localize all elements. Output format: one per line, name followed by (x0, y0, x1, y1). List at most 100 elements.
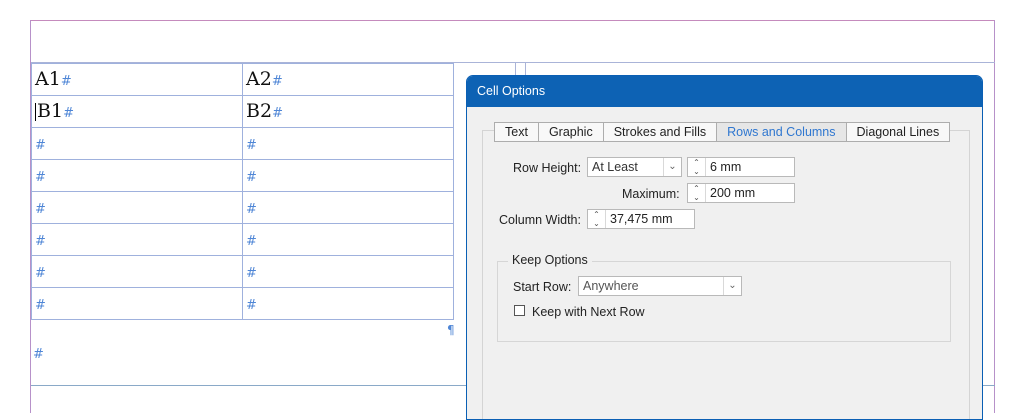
table-row: # # (31, 255, 454, 288)
end-of-cell-marker: # (246, 266, 257, 281)
end-of-cell-marker: # (60, 74, 72, 89)
dialog-title: Cell Options (477, 84, 546, 98)
chevron-up-icon[interactable]: ⌃ (588, 210, 605, 219)
cell-content: B1# (35, 100, 74, 122)
tab-bar: Text Graphic Strokes and Fills Rows and Col… (494, 122, 951, 142)
cell-content: # (246, 260, 257, 282)
cell-content: A2# (246, 68, 283, 90)
table-cell[interactable]: B1# (31, 95, 243, 128)
chevron-down-icon: ⌄ (663, 158, 681, 176)
cell-options-dialog: Cell Options Text Graphic Strokes and Fill… (466, 75, 983, 420)
keep-options-title: Keep Options (508, 253, 592, 267)
table-cell[interactable]: # (242, 223, 454, 256)
table-cell[interactable]: # (242, 255, 454, 288)
table-cell[interactable]: # (31, 223, 243, 256)
table-cell[interactable]: A2# (242, 63, 454, 96)
table-row: A1# A2# (31, 63, 454, 96)
table-row: # # (31, 223, 454, 256)
stepper-arrows[interactable]: ⌃ ⌄ (688, 158, 706, 176)
end-of-cell-marker: # (271, 74, 283, 89)
table-cell[interactable]: B2# (242, 95, 454, 128)
end-of-cell-marker: # (35, 298, 46, 313)
row-height-stepper[interactable]: ⌃ ⌄ 6 mm (687, 157, 795, 177)
tab-graphic[interactable]: Graphic (537, 122, 603, 142)
table-row: # # (31, 287, 454, 320)
margin-guide-right (994, 20, 995, 413)
end-of-story-marker: ¶ (447, 323, 455, 337)
cell-content: # (35, 292, 46, 314)
end-of-cell-marker: # (63, 106, 74, 121)
start-row-label: Start Row: (513, 280, 572, 294)
row-height-label: Row Height: (513, 161, 582, 175)
end-of-cell-marker: # (246, 170, 257, 185)
end-of-cell-marker: # (35, 170, 46, 185)
keep-with-next-row-label[interactable]: Keep with Next Row (532, 305, 645, 319)
chevron-down-icon[interactable]: ⌄ (588, 219, 605, 228)
margin-guide-top (31, 20, 995, 21)
chevron-up-icon[interactable]: ⌃ (688, 184, 705, 193)
column-width-value: 37,475 mm (610, 212, 673, 226)
dialog-title-bar[interactable]: Cell Options (467, 76, 982, 107)
end-of-cell-marker: # (246, 138, 257, 153)
end-of-cell-marker: # (246, 202, 257, 217)
end-of-cell-marker: # (35, 266, 46, 281)
table-cell[interactable]: # (242, 127, 454, 160)
table-cell[interactable]: # (242, 191, 454, 224)
stepper-arrows[interactable]: ⌃ ⌄ (588, 210, 606, 228)
cell-content: # (35, 164, 46, 186)
start-row-select[interactable]: Anywhere ⌄ (578, 276, 742, 296)
table-cell[interactable]: # (31, 159, 243, 192)
column-width-stepper[interactable]: ⌃ ⌄ 37,475 mm (587, 209, 695, 229)
table-row: # # (31, 159, 454, 192)
row-height-mode-select[interactable]: At Least ⌄ (587, 157, 682, 177)
table-row: # # (31, 191, 454, 224)
start-row-value: Anywhere (583, 279, 639, 293)
table-row: # # (31, 127, 454, 160)
keep-with-next-row-checkbox[interactable] (514, 305, 525, 316)
stepper-arrows[interactable]: ⌃ ⌄ (688, 184, 706, 202)
maximum-value: 200 mm (710, 186, 756, 200)
table-cell[interactable]: # (242, 287, 454, 320)
tab-diagonal-lines[interactable]: Diagonal Lines (845, 122, 951, 142)
row-height-mode-value: At Least (592, 160, 638, 174)
chevron-down-icon[interactable]: ⌄ (688, 193, 705, 202)
end-of-cell-marker: # (35, 234, 46, 249)
end-of-cell-marker: # (35, 202, 46, 217)
document-table[interactable]: A1# A2# B1# B2# # # # # # # # # # # # # (31, 63, 454, 320)
cell-content: # (35, 196, 46, 218)
end-of-cell-marker: # (272, 106, 283, 121)
table-cell[interactable]: # (31, 127, 243, 160)
table-cell[interactable]: # (242, 159, 454, 192)
row-height-value: 6 mm (710, 160, 742, 174)
table-cell[interactable]: # (31, 191, 243, 224)
end-of-cell-marker: # (35, 138, 46, 153)
tab-text[interactable]: Text (494, 122, 538, 142)
cell-content: # (35, 132, 46, 154)
column-width-label: Column Width: (499, 213, 581, 227)
maximum-stepper[interactable]: ⌃ ⌄ 200 mm (687, 183, 795, 203)
chevron-down-icon: ⌄ (723, 277, 741, 295)
cell-text: B1 (37, 100, 64, 122)
cell-content: # (35, 260, 46, 282)
tab-strokes-and-fills[interactable]: Strokes and Fills (602, 122, 717, 142)
keep-options-group (497, 261, 951, 342)
cell-content: # (246, 132, 257, 154)
cell-content: # (246, 292, 257, 314)
table-cell[interactable]: # (31, 255, 243, 288)
cell-content: # (246, 196, 257, 218)
table-row: B1# B2# (31, 95, 454, 128)
cell-text: B2 (246, 100, 273, 122)
cell-content: # (246, 164, 257, 186)
chevron-up-icon[interactable]: ⌃ (688, 158, 705, 167)
end-of-cell-marker: # (246, 234, 257, 249)
cell-content: B2# (246, 100, 283, 122)
table-cell[interactable]: A1# (31, 63, 243, 96)
tab-rows-and-columns[interactable]: Rows and Columns (716, 122, 846, 142)
table-cell[interactable]: # (31, 287, 243, 320)
paragraph-marker: # (33, 347, 44, 362)
chevron-down-icon[interactable]: ⌄ (688, 167, 705, 176)
end-of-cell-marker: # (246, 298, 257, 313)
cell-text: A2 (246, 68, 272, 90)
cell-content: # (35, 228, 46, 250)
cell-content: # (246, 228, 257, 250)
